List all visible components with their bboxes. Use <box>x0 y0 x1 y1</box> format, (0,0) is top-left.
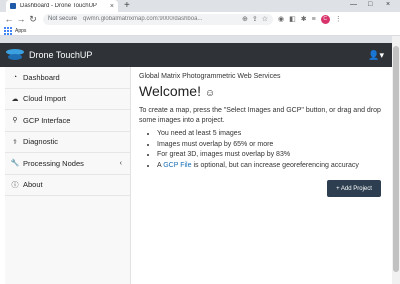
list-item: Images must overlap by 65% or more <box>157 140 389 151</box>
close-window-button[interactable]: × <box>386 0 390 10</box>
smile-icon: ☺ <box>204 88 216 99</box>
list-item: You need at least 5 images <box>157 129 389 140</box>
extension-icon[interactable]: ◉ <box>278 15 284 23</box>
sidebar-item-gcp-interface[interactable]: ⚲ GCP Interface <box>5 110 130 132</box>
page-subtitle: Global Matrix Photogrammetric Web Servic… <box>139 73 281 80</box>
sidebar-item-processing-nodes[interactable]: 🔧 Processing Nodes ‹ <box>5 153 130 175</box>
reading-list-icon[interactable]: ≡ <box>312 16 316 23</box>
tab-title: Dashboard - Drone TouchUP <box>20 3 97 9</box>
chevron-left-icon[interactable]: ‹ <box>120 160 122 167</box>
back-button[interactable]: ← <box>3 14 15 24</box>
favicon-icon <box>10 3 16 9</box>
sidebar-item-label: Diagnostic <box>23 137 59 147</box>
bookmark-star-icon[interactable]: ☆ <box>262 15 268 23</box>
browser-tab[interactable]: Dashboard - Drone TouchUP × <box>6 0 118 12</box>
browser-tab-strip: Dashboard - Drone TouchUP × + — □ × <box>0 0 400 12</box>
maximize-button[interactable]: □ <box>368 0 372 10</box>
brand-title[interactable]: Drone TouchUP <box>29 50 92 60</box>
share-icon[interactable]: ⇪ <box>252 15 258 23</box>
welcome-text: Welcome! <box>139 83 201 99</box>
app-body: ◔ Dashboard ☁ Cloud Import ⚲ GCP Interfa… <box>0 67 392 284</box>
reload-button[interactable]: ↻ <box>27 14 39 25</box>
zoom-icon[interactable]: ⊕ <box>242 15 248 23</box>
gcp-suffix: is optional, but can increase georeferen… <box>191 161 359 169</box>
extensions-puzzle-icon[interactable]: ✱ <box>301 15 307 23</box>
sidebar-item-label: Processing Nodes <box>23 158 84 168</box>
profile-avatar[interactable]: C <box>320 14 330 24</box>
new-tab-button[interactable]: + <box>124 0 130 11</box>
list-item: A GCP File is optional, but can increase… <box>157 161 389 172</box>
info-icon: ⓘ <box>11 181 19 189</box>
browser-toolbar: ← → ↻ Not secure qwmn.globalmatrixmap.co… <box>0 12 400 26</box>
wrench-icon: 🔧 <box>10 160 20 168</box>
sidebar-item-label: About <box>23 180 43 190</box>
url-text[interactable]: qwmn.globalmatrixmap.com:9000/dashboa... <box>83 16 238 22</box>
sidebar-item-label: Dashboard <box>23 72 60 82</box>
tab-close-icon[interactable]: × <box>110 3 114 10</box>
apps-bookmark[interactable]: Apps <box>15 28 26 34</box>
bookmarks-bar: Apps <box>0 26 400 36</box>
requirements-list: You need at least 5 images Images must o… <box>139 129 389 171</box>
diagnostic-icon: ⚕ <box>13 138 17 146</box>
sidebar-item-dashboard[interactable]: ◔ Dashboard <box>5 67 130 89</box>
scrollbar-thumb[interactable] <box>393 46 399 272</box>
add-project-button[interactable]: + Add Project <box>327 180 381 197</box>
security-indicator[interactable]: Not secure <box>48 16 77 22</box>
sidebar-item-about[interactable]: ⓘ About <box>5 175 130 196</box>
map-marker-icon: ⚲ <box>12 117 18 125</box>
address-bar[interactable]: Not secure qwmn.globalmatrixmap.com:9000… <box>43 13 273 25</box>
sidebar-item-cloud-import[interactable]: ☁ Cloud Import <box>5 89 130 110</box>
app-navbar: Drone TouchUP 👤▾ <box>0 43 392 67</box>
drone-touchup-logo[interactable] <box>6 48 24 62</box>
sidebar-item-label: Cloud Import <box>23 94 66 104</box>
apps-grid-icon[interactable] <box>4 26 12 35</box>
list-item: For great 3D, images must overlap by 83% <box>157 150 389 161</box>
sidebar-item-label: GCP Interface <box>23 115 71 125</box>
user-menu-dropdown[interactable]: 👤▾ <box>368 50 384 61</box>
page-title: Welcome! ☺ <box>139 83 389 99</box>
minimize-button[interactable]: — <box>350 0 357 10</box>
intro-text: To create a map, press the "Select Image… <box>139 107 381 124</box>
gcp-file-link[interactable]: GCP File <box>163 162 191 169</box>
forward-button[interactable]: → <box>15 14 27 24</box>
cloud-icon: ☁ <box>11 95 19 103</box>
sidebar: ◔ Dashboard ☁ Cloud Import ⚲ GCP Interfa… <box>5 67 131 284</box>
extension-icon[interactable]: ◧ <box>289 15 296 23</box>
main-content: Global Matrix Photogrammetric Web Servic… <box>139 67 389 284</box>
browser-menu-icon[interactable]: ⋮ <box>335 15 342 23</box>
sidebar-item-diagnostic[interactable]: ⚕ Diagnostic <box>5 132 130 153</box>
dashboard-icon: ◔ <box>12 73 18 81</box>
page-scrollbar[interactable] <box>392 36 400 284</box>
